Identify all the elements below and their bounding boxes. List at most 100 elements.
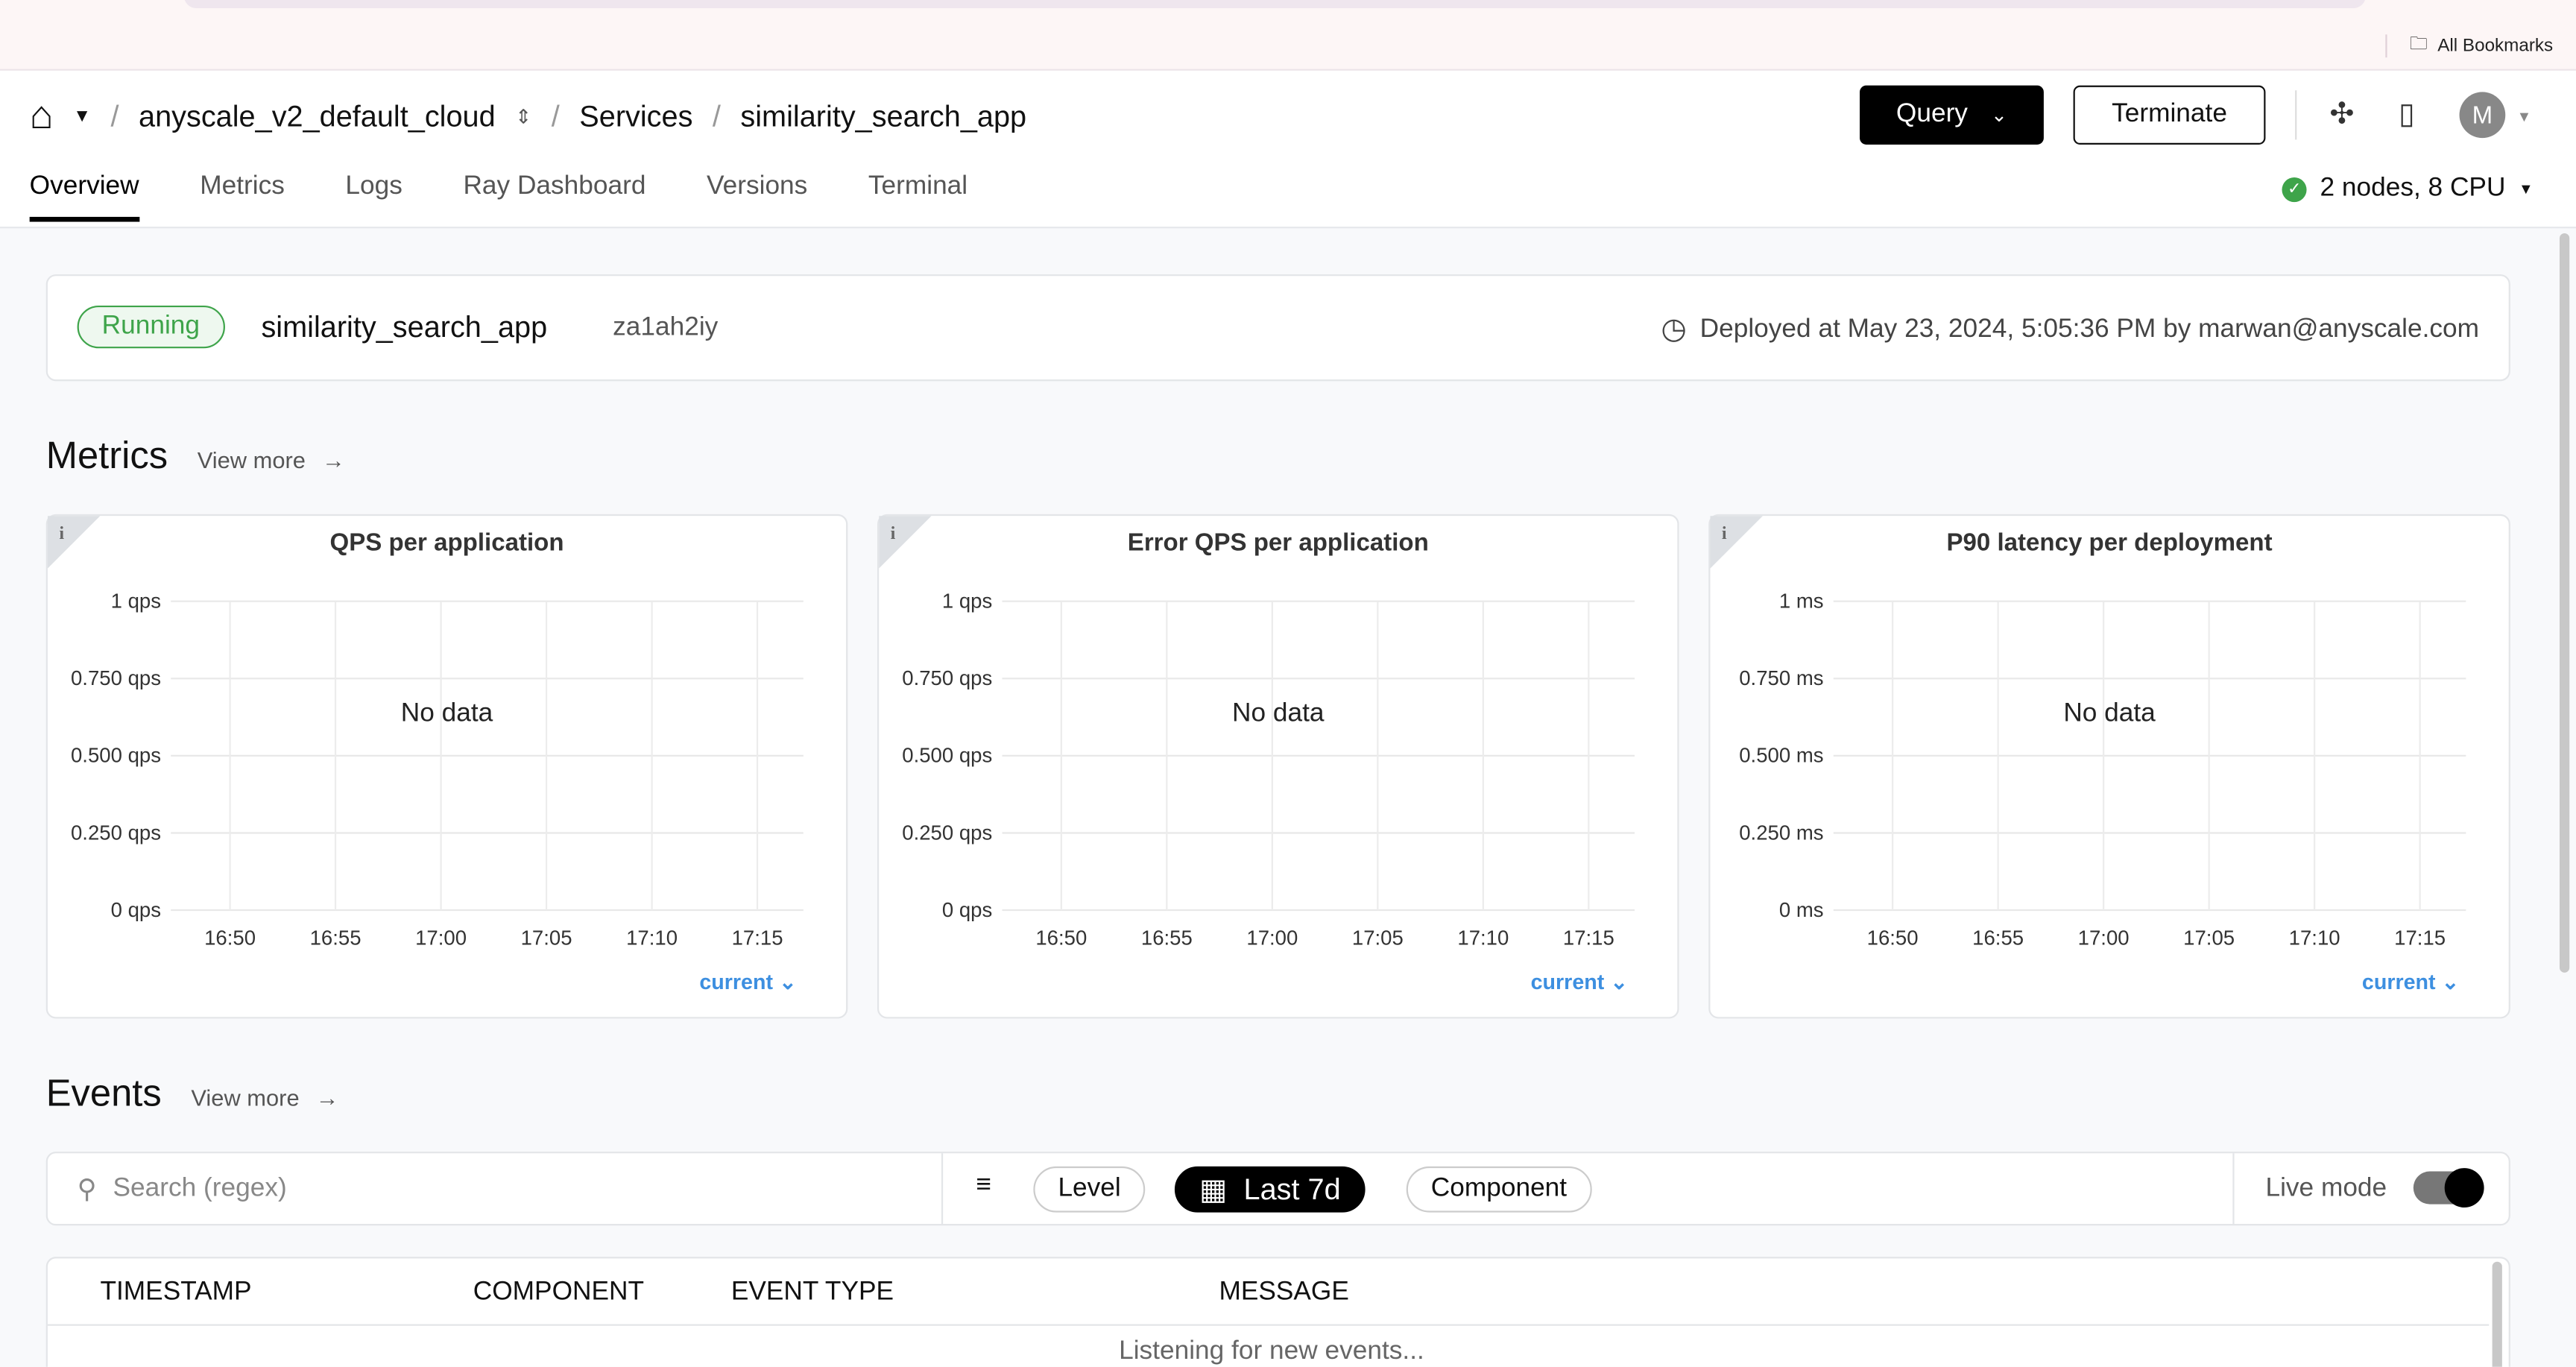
chart-p90-latency: i P90 latency per deployment 0 ms 0.250 ms 0… bbox=[1708, 514, 2510, 1019]
x-tick-label: 17:15 bbox=[732, 926, 783, 949]
events-table: TIMESTAMP COMPONENT EVENT TYPE MESSAGE L… bbox=[45, 1257, 2510, 1367]
events-view-more[interactable]: View more → bbox=[191, 1085, 338, 1111]
metrics-heading: Metrics View more → bbox=[46, 434, 345, 479]
tab-overview[interactable]: Overview bbox=[29, 172, 139, 222]
search-icon: ⚲ bbox=[77, 1176, 97, 1205]
tab-versions[interactable]: Versions bbox=[707, 172, 807, 221]
divider bbox=[2232, 1153, 2235, 1225]
events-filter-bar: ⚲ Search (regex) ≡ Level ▦ Last 7d Compone… bbox=[45, 1152, 2510, 1226]
page-scrollbar[interactable] bbox=[2559, 233, 2570, 973]
x-tick-label: 17:10 bbox=[626, 926, 678, 949]
avatar[interactable]: M bbox=[2459, 92, 2506, 139]
tab-terminal[interactable]: Terminal bbox=[868, 172, 967, 221]
check-icon: ✓ bbox=[2282, 176, 2307, 202]
time-range-label: Last 7d bbox=[1243, 1172, 1341, 1205]
view-more-label: View more bbox=[191, 1084, 300, 1111]
y-tick-label: 1 ms bbox=[1779, 590, 1824, 613]
no-data-label: No data bbox=[401, 698, 493, 727]
divider bbox=[2295, 90, 2297, 140]
toggle-knob bbox=[2444, 1168, 2484, 1208]
info-icon: i bbox=[59, 523, 64, 543]
info-icon: i bbox=[891, 523, 896, 543]
chart-title: QPS per application bbox=[330, 528, 564, 556]
tab-metrics[interactable]: Metrics bbox=[200, 172, 285, 221]
time-range-filter[interactable]: ▦ Last 7d bbox=[1174, 1166, 1366, 1213]
cluster-summary[interactable]: ✓ 2 nodes, 8 CPU ▼ bbox=[2282, 174, 2534, 204]
info-corner bbox=[1710, 516, 1763, 569]
legend-current[interactable]: current ⌄ bbox=[2362, 970, 2460, 994]
home-icon[interactable]: ⌂ bbox=[30, 94, 54, 140]
switch-icon[interactable]: ⇕ bbox=[515, 105, 531, 128]
separator: / bbox=[110, 99, 119, 133]
deployed-info: ◷ Deployed at May 23, 2024, 5:05:36 PM by… bbox=[1661, 312, 2479, 347]
level-filter[interactable]: Level bbox=[1033, 1166, 1146, 1213]
tab-ray-dashboard[interactable]: Ray Dashboard bbox=[463, 172, 645, 221]
info-corner bbox=[47, 516, 101, 569]
y-tick-label: 0.500 qps bbox=[71, 744, 161, 767]
breadcrumb-service: similarity_search_app bbox=[740, 99, 1027, 133]
no-data-label: No data bbox=[2063, 698, 2156, 727]
query-button[interactable]: Query ⌄ bbox=[1860, 85, 2044, 145]
slack-icon[interactable]: ✣ bbox=[2329, 97, 2354, 131]
y-tick-label: 0.750 qps bbox=[71, 666, 161, 689]
column-event-type[interactable]: EVENT TYPE bbox=[731, 1278, 894, 1308]
chevron-down-icon: ⌄ bbox=[1990, 103, 2007, 127]
browser-bar: 🗀 All Bookmarks bbox=[0, 0, 2576, 71]
search-input[interactable]: ⚲ Search (regex) bbox=[78, 1173, 287, 1206]
y-tick-label: 0.500 qps bbox=[902, 744, 992, 767]
x-tick-label: 17:05 bbox=[2183, 926, 2235, 949]
x-tick-label: 16:50 bbox=[1035, 926, 1087, 949]
tab-logs[interactable]: Logs bbox=[345, 172, 402, 221]
breadcrumb-services[interactable]: Services bbox=[579, 99, 692, 133]
y-tick-label: 0 qps bbox=[942, 898, 992, 921]
metrics-view-more[interactable]: View more → bbox=[198, 447, 345, 473]
y-tick-label: 0.750 qps bbox=[902, 666, 992, 689]
y-tick-label: 0.250 ms bbox=[1739, 821, 1823, 844]
column-timestamp[interactable]: TIMESTAMP bbox=[100, 1278, 251, 1308]
query-label: Query bbox=[1895, 100, 1968, 128]
folder-icon: 🗀 bbox=[2409, 34, 2428, 54]
x-tick-label: 17:05 bbox=[1352, 926, 1404, 949]
x-tick-label: 16:50 bbox=[1867, 926, 1919, 949]
chart-title: P90 latency per deployment bbox=[1947, 528, 2273, 556]
y-tick-label: 0.250 qps bbox=[902, 821, 992, 844]
no-data-label: No data bbox=[1232, 698, 1325, 727]
y-tick-label: 0 ms bbox=[1779, 898, 1824, 921]
breadcrumb-cloud[interactable]: anyscale_v2_default_cloud bbox=[139, 99, 496, 133]
address-bar[interactable] bbox=[183, 0, 2366, 9]
x-tick-label: 17:00 bbox=[2078, 926, 2130, 949]
component-filter[interactable]: Component bbox=[1406, 1166, 1592, 1213]
events-heading: Events View more → bbox=[46, 1071, 339, 1116]
status-badge: Running bbox=[77, 305, 225, 349]
cluster-summary-label: 2 nodes, 8 CPU bbox=[2320, 174, 2506, 203]
y-tick-label: 0.250 qps bbox=[71, 821, 161, 844]
chart-svg: i QPS per application 0 qps 0.250 qps 0.500 … bbox=[47, 516, 804, 994]
x-tick-label: 17:10 bbox=[1457, 926, 1509, 949]
chart-svg: i Error QPS per application 0 qps 0.250 qps… bbox=[879, 516, 1635, 994]
docs-icon[interactable]: ▯ bbox=[2399, 97, 2415, 131]
terminate-button[interactable]: Terminate bbox=[2073, 85, 2266, 145]
caret-down-icon[interactable]: ▼ bbox=[2517, 108, 2532, 124]
divider bbox=[2384, 34, 2387, 57]
legend-current[interactable]: current ⌄ bbox=[1531, 970, 1629, 994]
x-tick-label: 17:15 bbox=[2394, 926, 2446, 949]
column-message[interactable]: MESSAGE bbox=[1219, 1278, 1348, 1308]
metrics-title: Metrics bbox=[45, 433, 168, 477]
breadcrumb: ⌂ ▼ / anyscale_v2_default_cloud ⇕ / Serv… bbox=[30, 94, 1026, 140]
legend-current[interactable]: current ⌄ bbox=[699, 970, 797, 994]
column-component[interactable]: COMPONENT bbox=[473, 1278, 644, 1308]
x-tick-label: 17:15 bbox=[1563, 926, 1614, 949]
page-header: ⌂ ▼ / anyscale_v2_default_cloud ⇕ / Serv… bbox=[0, 70, 2576, 229]
divider bbox=[941, 1153, 944, 1225]
live-mode-toggle[interactable] bbox=[2413, 1168, 2484, 1208]
x-tick-label: 16:55 bbox=[310, 926, 362, 949]
empty-state: Listening for new events... bbox=[1119, 1337, 1424, 1366]
all-bookmarks[interactable]: 🗀 All Bookmarks bbox=[2384, 30, 2553, 61]
chevron-down-icon[interactable]: ▼ bbox=[73, 107, 91, 126]
caret-down-icon: ▼ bbox=[2519, 180, 2534, 198]
table-scrollbar[interactable] bbox=[2492, 1261, 2502, 1367]
service-name: similarity_search_app bbox=[261, 310, 548, 344]
filter-icon[interactable]: ≡ bbox=[976, 1172, 991, 1202]
x-tick-label: 16:55 bbox=[1141, 926, 1193, 949]
x-tick-label: 17:00 bbox=[1246, 926, 1298, 949]
